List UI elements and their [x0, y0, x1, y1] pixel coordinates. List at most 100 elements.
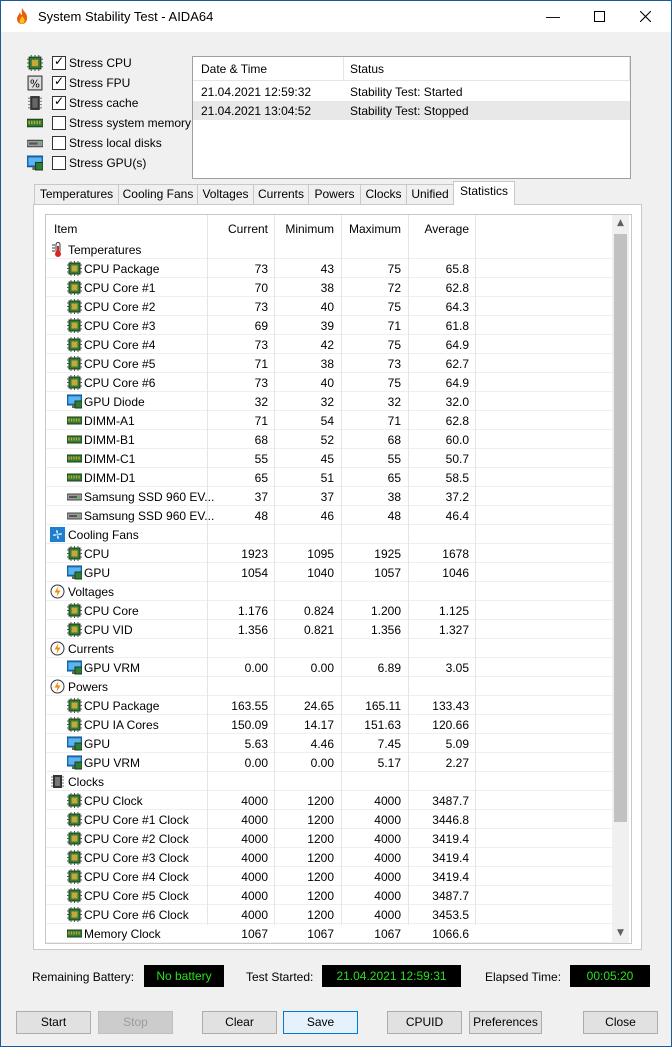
- close-button[interactable]: Close: [583, 1011, 658, 1034]
- table-row[interactable]: DIMM-C1 55 45 55 50.7: [46, 449, 612, 468]
- stop-button[interactable]: Stop: [98, 1011, 173, 1034]
- table-row[interactable]: CPU Core #2 Clock 4000 1200 4000 3419.4: [46, 829, 612, 848]
- stress-option-label[interactable]: Stress CPU: [69, 56, 132, 70]
- table-row[interactable]: CPU Core #4 73 42 75 64.9: [46, 335, 612, 354]
- table-row[interactable]: CPU Clock 4000 1200 4000 3487.7: [46, 791, 612, 810]
- table-row[interactable]: CPU Core #1 70 38 72 62.8: [46, 278, 612, 297]
- table-row[interactable]: CPU Package 73 43 75 65.8: [46, 259, 612, 278]
- table-row[interactable]: CPU Core #3 69 39 71 61.8: [46, 316, 612, 335]
- cpu-chip-icon: [67, 318, 82, 333]
- tab-currents[interactable]: Currents: [253, 184, 309, 205]
- sensor-name: DIMM-A1: [84, 414, 135, 428]
- table-row[interactable]: Samsung SSD 960 EV... 48 46 48 46.4: [46, 506, 612, 525]
- save-button[interactable]: Save: [283, 1011, 358, 1034]
- table-row[interactable]: CPU Core #4 Clock 4000 1200 4000 3419.4: [46, 867, 612, 886]
- maximum-value: 71: [387, 414, 401, 428]
- table-row[interactable]: CPU IA Cores 150.09 14.17 151.63 120.66: [46, 715, 612, 734]
- tab-voltages[interactable]: Voltages: [197, 184, 254, 205]
- cpu-chip-icon: [67, 337, 82, 352]
- maximize-button[interactable]: [576, 1, 622, 32]
- table-row[interactable]: Samsung SSD 960 EV... 37 37 38 37.2: [46, 487, 612, 506]
- current-value: 4000: [241, 794, 268, 808]
- group-row[interactable]: Currents: [46, 639, 612, 658]
- stress-option-label[interactable]: Stress system memory: [69, 116, 191, 130]
- log-col-status[interactable]: Status: [350, 62, 384, 76]
- table-row[interactable]: CPU Core #6 Clock 4000 1200 4000 3453.5: [46, 905, 612, 924]
- log-col-datetime[interactable]: Date & Time: [201, 62, 267, 76]
- scroll-up-arrow-icon[interactable]: ▲: [612, 215, 629, 232]
- cpu-chip-icon: [67, 812, 82, 827]
- table-row[interactable]: CPU Core #5 Clock 4000 1200 4000 3487.7: [46, 886, 612, 905]
- cpu-chip-icon: [67, 907, 82, 922]
- scroll-down-arrow-icon[interactable]: ▼: [612, 925, 629, 942]
- col-item[interactable]: Item: [54, 222, 77, 236]
- preferences-button[interactable]: Preferences: [469, 1011, 542, 1034]
- stress-option-label[interactable]: Stress cache: [69, 96, 138, 110]
- table-row[interactable]: GPU VRM 0.00 0.00 6.89 3.05: [46, 658, 612, 677]
- group-row[interactable]: Cooling Fans: [46, 525, 612, 544]
- table-row[interactable]: DIMM-B1 68 52 68 60.0: [46, 430, 612, 449]
- col-minimum[interactable]: Minimum: [274, 222, 334, 236]
- log-row[interactable]: 21.04.2021 13:04:52 Stability Test: Stop…: [193, 101, 630, 120]
- current-value: 4000: [241, 889, 268, 903]
- maximum-value: 5.17: [377, 756, 401, 770]
- tab-powers[interactable]: Powers: [308, 184, 361, 205]
- scroll-thumb[interactable]: [614, 234, 627, 822]
- current-value: 70: [254, 281, 268, 295]
- col-current[interactable]: Current: [206, 222, 268, 236]
- table-row[interactable]: CPU Core #2 73 40 75 64.3: [46, 297, 612, 316]
- stress-option-label[interactable]: Stress GPU(s): [69, 156, 146, 170]
- clear-button[interactable]: Clear: [202, 1011, 277, 1034]
- log-row[interactable]: 21.04.2021 12:59:32 Stability Test: Star…: [193, 82, 630, 101]
- vertical-scrollbar[interactable]: ▲ ▼: [612, 215, 629, 943]
- table-row[interactable]: CPU Core #5 71 38 73 62.7: [46, 354, 612, 373]
- row-divider: [46, 942, 612, 943]
- table-row[interactable]: CPU VID 1.356 0.821 1.356 1.327: [46, 620, 612, 639]
- stress-option-label[interactable]: Stress FPU: [69, 76, 130, 90]
- start-button[interactable]: Start: [16, 1011, 91, 1034]
- minimize-button[interactable]: —: [530, 1, 576, 32]
- checkbox[interactable]: [52, 136, 66, 150]
- checkbox[interactable]: [52, 94, 66, 110]
- stress-option-label[interactable]: Stress local disks: [69, 136, 162, 150]
- table-row[interactable]: GPU Diode 32 32 32 32.0: [46, 392, 612, 411]
- table-row[interactable]: GPU 1054 1040 1057 1046: [46, 563, 612, 582]
- group-row[interactable]: Powers: [46, 677, 612, 696]
- col-maximum[interactable]: Maximum: [341, 222, 401, 236]
- title-bar[interactable]: System Stability Test - AIDA64 —: [1, 1, 671, 32]
- col-average[interactable]: Average: [408, 222, 469, 236]
- checkbox[interactable]: [52, 116, 66, 130]
- table-row[interactable]: DIMM-A1 71 54 71 62.8: [46, 411, 612, 430]
- cpu-chip-icon: [67, 869, 82, 884]
- table-row[interactable]: Memory Clock 1067 1067 1067 1066.6: [46, 924, 612, 943]
- tab-statistics[interactable]: Statistics: [453, 181, 515, 205]
- tab-cooling-fans[interactable]: Cooling Fans: [118, 184, 198, 205]
- checkbox[interactable]: [52, 156, 66, 170]
- close-window-button[interactable]: [622, 1, 668, 32]
- average-value: 3419.4: [432, 870, 469, 884]
- table-row[interactable]: CPU Package 163.55 24.65 165.11 133.43: [46, 696, 612, 715]
- checkbox[interactable]: [52, 74, 66, 90]
- cpuid-button[interactable]: CPUID: [387, 1011, 462, 1034]
- table-row[interactable]: CPU Core #1 Clock 4000 1200 4000 3446.8: [46, 810, 612, 829]
- group-row[interactable]: Voltages: [46, 582, 612, 601]
- checkbox[interactable]: [52, 54, 66, 70]
- table-row[interactable]: CPU Core #6 73 40 75 64.9: [46, 373, 612, 392]
- group-label: Powers: [68, 680, 109, 694]
- table-row[interactable]: CPU Core #3 Clock 4000 1200 4000 3419.4: [46, 848, 612, 867]
- tab-clocks[interactable]: Clocks: [360, 184, 407, 205]
- minimum-value: 42: [320, 338, 334, 352]
- table-row[interactable]: GPU VRM 0.00 0.00 5.17 2.27: [46, 753, 612, 772]
- average-value: 1046: [442, 566, 469, 580]
- minimum-value: 52: [320, 433, 334, 447]
- table-row[interactable]: GPU 5.63 4.46 7.45 5.09: [46, 734, 612, 753]
- table-row[interactable]: CPU Core 1.176 0.824 1.200 1.125: [46, 601, 612, 620]
- group-row[interactable]: Temperatures: [46, 240, 612, 259]
- group-row[interactable]: Clocks: [46, 772, 612, 791]
- tab-unified[interactable]: Unified: [406, 184, 454, 205]
- table-row[interactable]: CPU 1923 1095 1925 1678: [46, 544, 612, 563]
- table-row[interactable]: DIMM-D1 65 51 65 58.5: [46, 468, 612, 487]
- tab-temperatures[interactable]: Temperatures: [34, 184, 119, 205]
- group-label: Currents: [68, 642, 115, 656]
- cpu-chip-icon: [67, 888, 82, 903]
